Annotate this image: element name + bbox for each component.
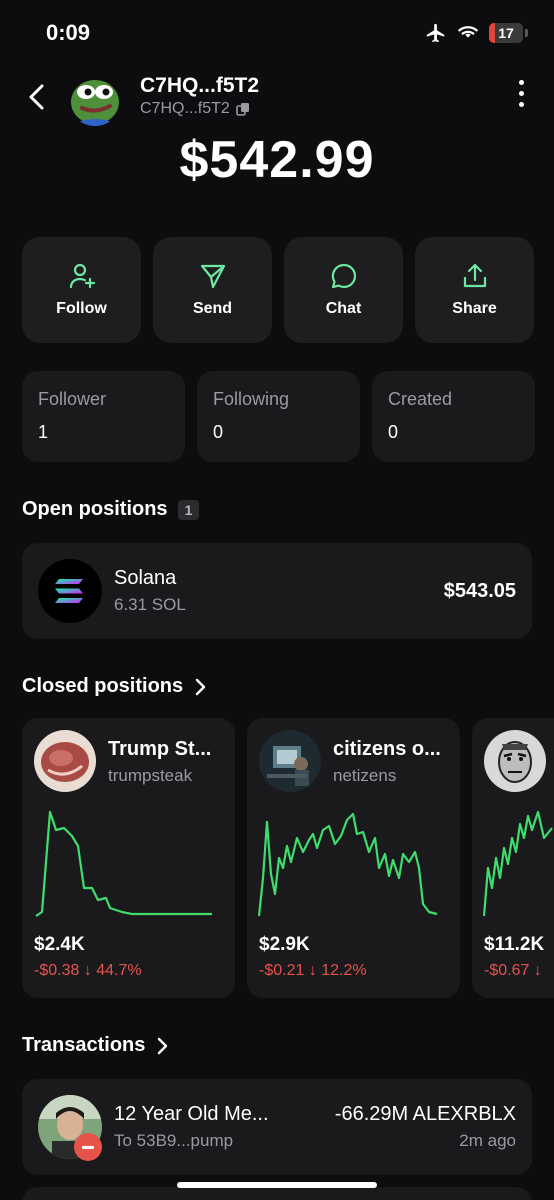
transaction-recipient: To 53B9...pump [114, 1131, 234, 1150]
solana-logo-icon [38, 559, 102, 623]
send-label: Send [192, 300, 233, 317]
share-button[interactable]: Share [415, 237, 534, 343]
chat-icon [331, 263, 356, 289]
position-card-solana[interactable]: Solana 6.31 SOL $543.05 [22, 543, 532, 639]
closed-positions-title: Closed positions [22, 675, 184, 697]
stat-created[interactable]: Created 0 [372, 371, 535, 462]
stat-value: 0 [213, 422, 224, 442]
closed-position-card[interactable]: Trump St... trumpsteak $2.4K -$0.38 ↓ 44… [22, 718, 235, 998]
wallet-address: C7HQ...f5T2 [140, 100, 230, 117]
position-amount: 6.31 SOL [114, 595, 186, 614]
stat-label: Follower [38, 389, 107, 409]
open-positions-header: Open positions 1 [22, 498, 200, 521]
token-ticker: trumpsteak [108, 766, 193, 785]
battery-level [489, 23, 495, 43]
status-time: 0:09 [46, 20, 91, 45]
chat-button[interactable]: Chat [284, 237, 403, 343]
transaction-row[interactable] [22, 1187, 532, 1200]
token-name: Trump St... [108, 738, 212, 760]
status-icons: 17 [425, 22, 528, 44]
token-change: -$0.21 ↓ 12.2% [259, 962, 367, 979]
token-name: citizens o... [333, 738, 441, 760]
stat-label: Created [388, 389, 453, 409]
token-change: -$0.38 ↓ 44.7% [34, 962, 142, 979]
send-icon [200, 264, 225, 289]
netizens-image-icon [259, 730, 321, 792]
battery-percent: 17 [498, 25, 514, 41]
position-value: $543.05 [443, 580, 516, 602]
closed-position-card[interactable]: citizens o... netizens $2.9K -$0.21 ↓ 12… [247, 718, 460, 998]
token-change: -$0.67 ↓ [484, 962, 542, 979]
header: C7HQ...f5T2 C7HQ...f5T2 [0, 70, 554, 130]
transactions-header[interactable]: Transactions [22, 1034, 169, 1057]
share-label: Share [452, 300, 497, 317]
follow-label: Follow [56, 300, 107, 317]
battery-icon: 17 [489, 23, 523, 43]
price-sparkline [482, 810, 553, 917]
open-positions-count: 1 [177, 499, 200, 520]
pepe-avatar-icon [68, 72, 122, 126]
wallet-address-row[interactable]: C7HQ...f5T2 [140, 100, 250, 118]
stat-value: 0 [388, 422, 399, 442]
status-bar: 0:09 17 [0, 0, 554, 66]
profile-stats: Follower 1 Following 0 Created 0 [22, 371, 535, 462]
token-value: $11.2K [484, 934, 545, 955]
back-button[interactable] [24, 82, 52, 112]
chevron-right-icon [195, 678, 206, 695]
stat-value: 1 [38, 422, 49, 442]
home-indicator[interactable] [177, 1182, 377, 1188]
stat-follower[interactable]: Follower 1 [22, 371, 185, 462]
more-vertical-icon [518, 91, 524, 96]
chevron-left-icon [29, 84, 44, 110]
airplane-icon [426, 23, 445, 43]
transaction-time: 2m ago [459, 1131, 516, 1150]
battery-nub [525, 29, 528, 37]
send-button[interactable]: Send [153, 237, 272, 343]
transaction-amount: -66.29M ALEXRBLX [334, 1103, 516, 1125]
follow-button[interactable]: Follow [22, 237, 141, 343]
share-icon [463, 263, 486, 288]
wallet-name: C7HQ...f5T2 [140, 74, 260, 97]
closed-position-card[interactable]: $11.2K -$0.67 ↓ [472, 718, 554, 998]
more-vertical-icon [518, 80, 524, 85]
transactions-title: Transactions [22, 1034, 146, 1056]
token-avatar [484, 730, 546, 792]
avatar [68, 72, 122, 126]
action-buttons: Follow Send Chat Share [22, 237, 534, 343]
chevron-right-icon [158, 1037, 168, 1054]
token-ticker: netizens [333, 766, 397, 785]
token-avatar [259, 730, 321, 792]
face-sketch-image-icon [484, 730, 546, 792]
transaction-row[interactable]: 12 Year Old Me... To 53B9...pump -66.29M… [22, 1079, 532, 1175]
stat-following[interactable]: Following 0 [197, 371, 360, 462]
chat-label: Chat [325, 300, 362, 317]
outgoing-badge-icon [74, 1133, 102, 1161]
token-value: $2.9K [259, 934, 310, 955]
closed-positions-header[interactable]: Closed positions [22, 675, 207, 698]
transaction-token-name: 12 Year Old Me... [114, 1103, 269, 1125]
user-plus-icon [69, 263, 95, 289]
position-name: Solana [114, 567, 177, 589]
steak-image-icon [34, 730, 96, 792]
portfolio-balance: $542.99 [179, 131, 375, 189]
token-value: $2.4K [34, 934, 85, 955]
stat-label: Following [213, 389, 290, 409]
token-avatar [34, 730, 96, 792]
more-options-button[interactable] [516, 80, 526, 112]
copy-icon[interactable] [236, 102, 250, 116]
price-sparkline [257, 812, 438, 917]
wifi-icon [457, 26, 479, 38]
closed-positions-carousel[interactable]: Trump St... trumpsteak $2.4K -$0.38 ↓ 44… [22, 718, 554, 998]
price-sparkline [35, 810, 212, 917]
more-vertical-icon [518, 102, 524, 107]
open-positions-title: Open positions [22, 498, 168, 520]
